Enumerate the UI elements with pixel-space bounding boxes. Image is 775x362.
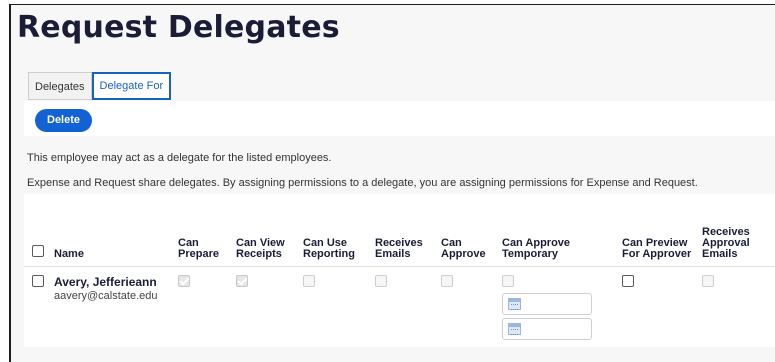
employee-cell: Avery, Jefferieann aavery@calstate.edu xyxy=(50,266,174,340)
header-can-use-reporting: Can Use Reporting xyxy=(299,194,371,267)
can-preview-for-approver-cell xyxy=(618,266,698,340)
header-can-approve-temporary: Can Approve Temporary xyxy=(498,194,618,267)
receives-emails-cell xyxy=(371,266,437,340)
select-all-checkbox[interactable] xyxy=(32,244,44,257)
receives-emails-checkbox xyxy=(375,274,387,287)
calendar-icon[interactable] xyxy=(508,297,521,310)
can-approve-checkbox xyxy=(441,274,453,287)
select-all-header xyxy=(24,194,50,267)
tab-delegate-for[interactable]: Delegate For xyxy=(91,72,172,100)
toolbar: Delete xyxy=(24,101,775,136)
receives-approval-emails-checkbox xyxy=(702,274,714,287)
can-use-reporting-checkbox xyxy=(303,274,315,287)
row-select-cell xyxy=(24,266,50,340)
employee-email: aavery@calstate.edu xyxy=(54,289,158,302)
temporary-end-date-input[interactable] xyxy=(502,317,592,340)
delegate-tabs: Delegates Delegate For xyxy=(28,72,172,100)
header-name: Name xyxy=(50,194,174,267)
delete-button[interactable]: Delete xyxy=(35,109,93,132)
can-preview-for-approver-checkbox[interactable] xyxy=(622,274,634,287)
table-header-row: Name Can Prepare Can View Receipts Can U… xyxy=(24,194,775,267)
temporary-start-date-input[interactable] xyxy=(502,292,592,315)
header-receives-emails: Receives Emails xyxy=(371,194,437,267)
header-can-approve: Can Approve xyxy=(437,194,498,267)
can-approve-temporary-checkbox xyxy=(502,274,514,287)
can-view-receipts-cell xyxy=(232,266,299,340)
delegates-table: Name Can Prepare Can View Receipts Can U… xyxy=(24,194,775,340)
row-select-checkbox[interactable] xyxy=(32,274,44,287)
header-receives-approval-emails: Receives Approval Emails xyxy=(698,194,775,267)
can-approve-cell xyxy=(437,266,498,340)
header-can-prepare: Can Prepare xyxy=(174,194,232,267)
header-can-view-receipts: Can View Receipts xyxy=(232,194,299,267)
employee-name: Avery, Jefferieann xyxy=(54,274,157,289)
shared-delegates-note: Expense and Request share delegates. By … xyxy=(27,177,698,189)
table-row: Avery, Jefferieann aavery@calstate.edu xyxy=(24,266,775,340)
delegates-table-panel: Name Can Prepare Can View Receipts Can U… xyxy=(24,194,775,347)
can-prepare-cell xyxy=(174,266,232,340)
tab-delegates[interactable]: Delegates xyxy=(28,72,92,100)
receives-approval-emails-cell xyxy=(698,266,775,340)
page-title: Request Delegates xyxy=(17,10,340,45)
can-use-reporting-cell xyxy=(299,266,371,340)
can-prepare-checkbox xyxy=(178,274,190,287)
calendar-icon[interactable] xyxy=(508,322,521,335)
can-view-receipts-checkbox xyxy=(236,274,248,287)
delegate-info-text: This employee may act as a delegate for … xyxy=(27,152,332,164)
header-can-preview-for-approver: Can Preview For Approver xyxy=(618,194,698,267)
can-approve-temporary-cell xyxy=(498,266,618,340)
